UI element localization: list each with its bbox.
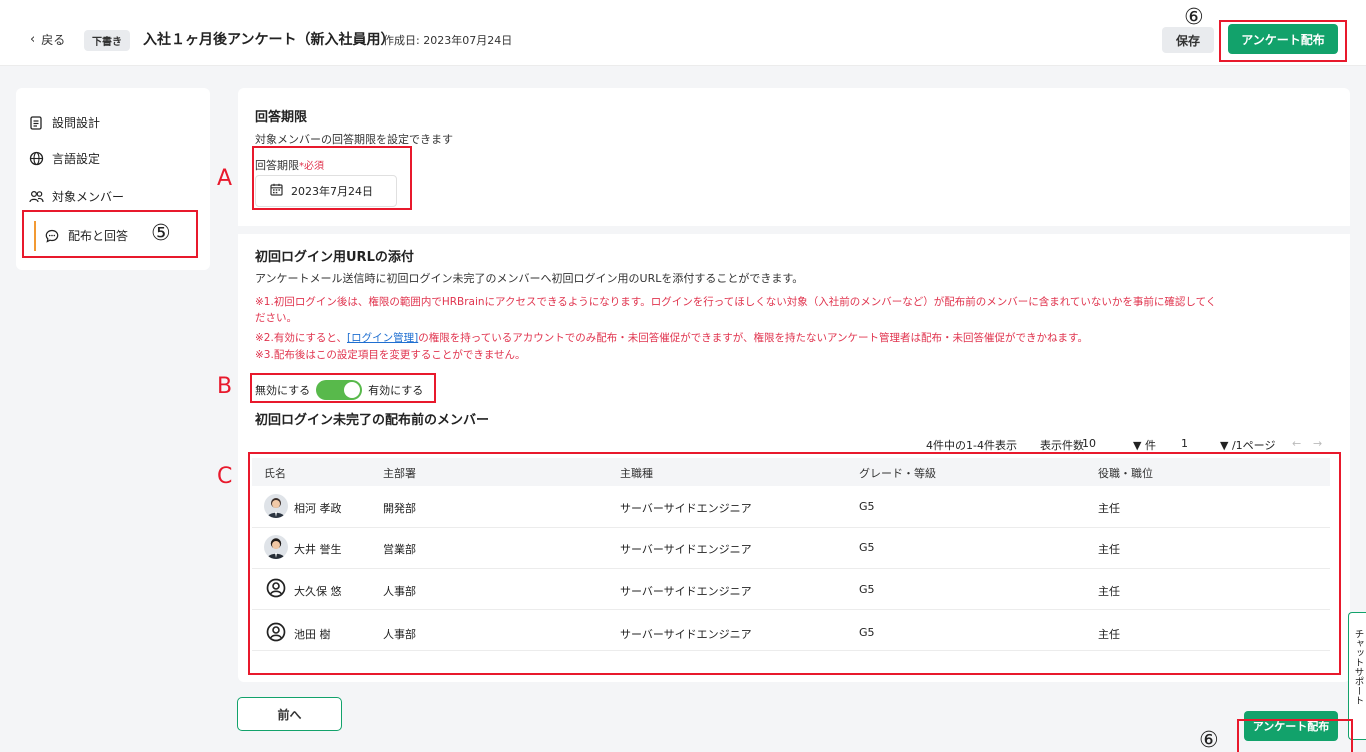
column-header-grade: グレード・等級 — [859, 467, 936, 480]
required-mark: *必須 — [299, 161, 324, 172]
member-position: 主任 — [1098, 585, 1120, 598]
members-title: 初回ログイン未完了の配布前のメンバー — [255, 413, 490, 428]
member-name: 大井 誉生 — [294, 543, 342, 556]
sidebar-item-label: 対象メンバー — [52, 190, 125, 204]
member-job: サーバーサイドエンジニア — [620, 543, 752, 556]
toggle-knob — [344, 382, 361, 398]
member-job: サーバーサイドエンジニア — [620, 585, 752, 598]
sidebar-item-language[interactable]: 言語設定 — [28, 150, 100, 167]
member-dept: 開発部 — [383, 502, 416, 515]
pager-summary: 4件中の1-4件表示 — [926, 439, 1017, 452]
note-3: ※3.配布後はこの設定項目を変更することができません。 — [255, 349, 526, 361]
member-dept: 人事部 — [383, 585, 416, 598]
member-position: 主任 — [1098, 543, 1120, 556]
next-page-arrow[interactable]: → — [1313, 437, 1322, 450]
login-management-link[interactable]: [ログイン管理] — [347, 332, 418, 344]
deadline-field-label: 回答期限*必須 — [255, 159, 324, 172]
back-label: 戻る — [41, 33, 66, 47]
member-job: サーバーサイドエンジニア — [620, 502, 752, 515]
prev-button[interactable]: 前へ — [237, 697, 342, 731]
section-divider — [238, 226, 1350, 234]
sidebar-item-members[interactable]: 対象メンバー — [28, 188, 124, 205]
column-header-name: 氏名 — [264, 467, 286, 480]
sidebar: 設問設計 言語設定 対象メンバー 配布と回答 — [16, 88, 210, 270]
avatar — [264, 535, 288, 559]
created-date: 作成日: 2023年07月24日 — [383, 34, 513, 47]
page-title: 入社１ヶ月後アンケート（新入社員用） — [143, 32, 395, 48]
sidebar-item-questions[interactable]: 設問設計 — [28, 114, 100, 131]
user-default-icon — [266, 578, 286, 598]
calendar-icon — [270, 183, 283, 199]
sidebar-item-distribution[interactable]: 配布と回答 — [44, 227, 128, 244]
login-url-title: 初回ログイン用URLの添付 — [255, 250, 414, 265]
distribute-button-top[interactable]: アンケート配布 — [1228, 24, 1338, 54]
login-url-toggle-row: 無効にする 有効にする — [255, 380, 423, 400]
annotation-6-top: ⑥ — [1184, 5, 1204, 30]
member-job: サーバーサイドエンジニア — [620, 628, 752, 641]
per-page-select[interactable]: 10 — [1082, 437, 1096, 450]
annotation-c: C — [217, 464, 233, 489]
member-dept: 人事部 — [383, 628, 416, 641]
sidebar-item-label: 配布と回答 — [68, 229, 129, 243]
save-button[interactable]: 保存 — [1162, 27, 1214, 53]
deadline-description: 対象メンバーの回答期限を設定できます — [255, 133, 453, 146]
header-bar: ‹ 戻る 下書き 入社１ヶ月後アンケート（新入社員用） 作成日: 2023年07… — [0, 0, 1366, 66]
sidebar-item-label: 言語設定 — [52, 152, 101, 166]
sidebar-item-label: 設問設計 — [52, 116, 101, 130]
login-url-toggle[interactable] — [316, 380, 363, 400]
avatar — [264, 494, 288, 518]
annotation-b: B — [217, 374, 233, 399]
draft-badge: 下書き — [84, 30, 130, 51]
page-unit: ▼ 件 — [1133, 439, 1156, 452]
toggle-on-label: 有効にする — [368, 384, 424, 397]
per-page-label: 表示件数 — [1040, 439, 1084, 452]
active-indicator — [34, 221, 36, 251]
chat-support-tab[interactable]: チャットサポート — [1348, 612, 1366, 740]
toggle-off-label: 無効にする — [255, 384, 311, 397]
member-position: 主任 — [1098, 502, 1120, 515]
chat-icon — [44, 228, 60, 244]
annotation-6-bottom: ⑥ — [1199, 728, 1219, 752]
member-position: 主任 — [1098, 628, 1120, 641]
member-grade: G5 — [859, 500, 875, 513]
page-select[interactable]: 1 — [1181, 437, 1188, 450]
chevron-left-icon: ‹ — [30, 32, 36, 47]
back-link[interactable]: ‹ 戻る — [30, 31, 65, 48]
deadline-date-picker[interactable]: 2023年7月24日 — [255, 175, 397, 207]
annotation-a: A — [217, 166, 233, 191]
column-header-dept: 主部署 — [383, 467, 416, 480]
note-1: ※1.初回ログイン後は、権限の範囲内でHRBrainにアクセスできるようになりま… — [255, 296, 1217, 324]
deadline-date-value: 2023年7月24日 — [291, 185, 373, 198]
document-icon — [28, 115, 44, 131]
column-header-job: 主職種 — [620, 467, 653, 480]
note-2: ※2.有効にすると、[ログイン管理]の権限を持っているアカウントでのみ配布・未回… — [255, 332, 1089, 344]
member-grade: G5 — [859, 583, 875, 596]
users-icon — [28, 189, 44, 205]
distribute-button-bottom[interactable]: アンケート配布 — [1244, 711, 1338, 741]
prev-page-arrow[interactable]: ← — [1292, 437, 1301, 450]
globe-icon — [28, 151, 44, 167]
login-url-description: アンケートメール送信時に初回ログイン未完了のメンバーへ初回ログイン用のURLを添… — [255, 272, 804, 285]
member-name: 池田 樹 — [294, 628, 331, 641]
total-pages: ▼ /1ページ — [1220, 439, 1276, 452]
member-grade: G5 — [859, 541, 875, 554]
column-header-position: 役職・職位 — [1098, 467, 1153, 480]
member-grade: G5 — [859, 626, 875, 639]
deadline-title: 回答期限 — [255, 110, 308, 125]
annotation-5: ⑤ — [151, 221, 171, 246]
member-name: 大久保 悠 — [294, 585, 342, 598]
member-name: 相河 孝政 — [294, 502, 342, 515]
member-dept: 営業部 — [383, 543, 416, 556]
user-default-icon — [266, 622, 286, 642]
